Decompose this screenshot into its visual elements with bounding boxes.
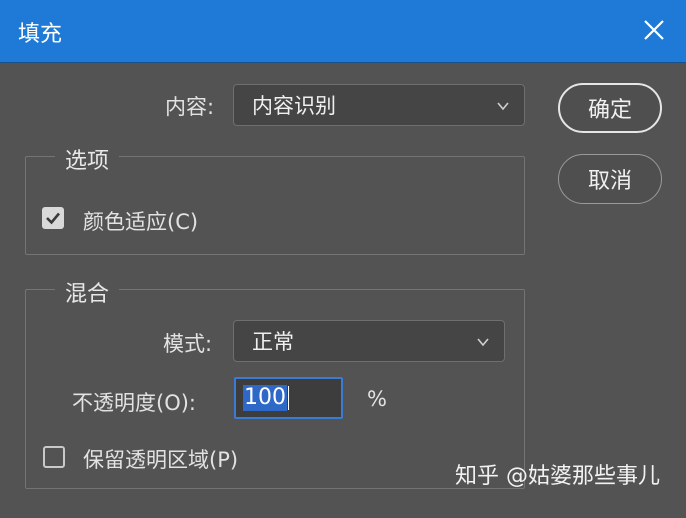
chevron-down-icon [477, 338, 489, 347]
fill-dialog: 填充 内容: 内容识别 确定 取消 选项 颜色适应(C) 混合 模式: 正常 不… [0, 0, 686, 518]
text-caret [288, 386, 289, 410]
close-button[interactable] [636, 12, 672, 48]
content-label: 内容: [165, 95, 215, 119]
mode-select-value: 正常 [252, 330, 294, 354]
content-select[interactable]: 内容识别 [233, 84, 525, 126]
opacity-input[interactable]: 100 [234, 377, 343, 419]
cancel-button[interactable]: 取消 [558, 154, 662, 204]
opacity-unit: % [367, 387, 387, 411]
checkmark-icon [46, 212, 60, 225]
blend-legend: 混合 [55, 276, 120, 308]
options-legend: 选项 [55, 143, 120, 175]
chevron-down-icon [497, 102, 509, 111]
mode-label: 模式: [163, 332, 213, 356]
color-adapt-label: 颜色适应(C) [83, 210, 199, 234]
watermark: 知乎 @姑婆那些事儿 [455, 464, 660, 489]
close-icon [644, 20, 664, 40]
preserve-transparency-label: 保留透明区域(P) [83, 448, 239, 472]
dialog-title: 填充 [18, 22, 63, 47]
opacity-label: 不透明度(O): [72, 391, 196, 415]
opacity-input-value: 100 [243, 385, 287, 411]
ok-button[interactable]: 确定 [558, 83, 662, 133]
title-bar: 填充 [0, 0, 686, 63]
mode-select[interactable]: 正常 [233, 320, 505, 362]
color-adapt-checkbox[interactable] [42, 207, 64, 229]
content-select-value: 内容识别 [252, 94, 336, 118]
preserve-transparency-checkbox[interactable] [43, 446, 65, 468]
